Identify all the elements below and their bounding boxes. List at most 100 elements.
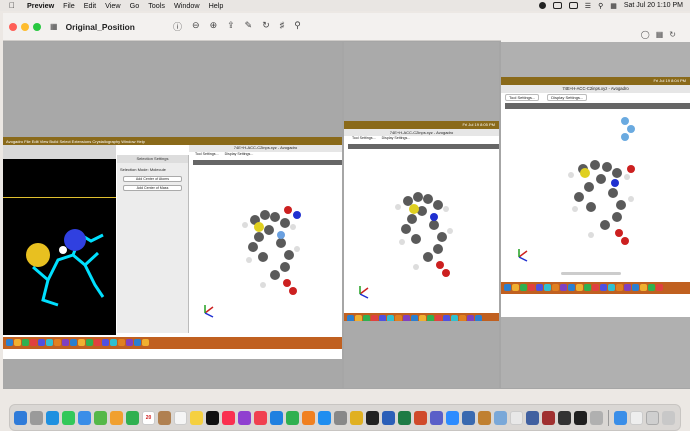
divider bbox=[3, 197, 116, 198]
close-button[interactable] bbox=[9, 22, 17, 31]
pages-icon[interactable] bbox=[302, 410, 315, 425]
tab-tool-settings[interactable]: Tool Settings... bbox=[195, 152, 219, 158]
avogadro-window-title-2: 74E+H-ACC-C2inps.xyz - Avogadro bbox=[344, 129, 499, 136]
display-icon[interactable] bbox=[552, 2, 562, 9]
chimera-icon[interactable] bbox=[478, 410, 491, 425]
notes-icon[interactable] bbox=[190, 410, 203, 425]
selection-mode-select[interactable]: Molecule bbox=[150, 167, 166, 172]
downloads-icon[interactable] bbox=[614, 410, 627, 425]
preview-icon[interactable] bbox=[494, 410, 507, 425]
vmd-icon[interactable] bbox=[526, 410, 539, 425]
sidebar-toggle-icon[interactable]: ▦ bbox=[50, 22, 58, 31]
tab-display-settings[interactable]: Display Settings... bbox=[382, 136, 411, 142]
molecule-canvas[interactable] bbox=[193, 165, 342, 330]
apple-menu-icon[interactable]:  bbox=[7, 1, 17, 10]
mail-icon[interactable] bbox=[78, 410, 91, 425]
zoom-button[interactable] bbox=[33, 22, 41, 31]
avogadro-menubar: Avogadro File Edit View Build Select Ext… bbox=[3, 137, 342, 145]
contacts-icon[interactable] bbox=[158, 410, 171, 425]
menu-edit[interactable]: Edit bbox=[84, 1, 96, 10]
zoom-out-icon[interactable]: ⊖ bbox=[192, 20, 200, 33]
excel-icon[interactable] bbox=[398, 410, 411, 425]
launchpad-icon[interactable] bbox=[30, 410, 43, 425]
molecule-viewer-dark bbox=[3, 205, 116, 315]
menu-app-name[interactable]: Preview bbox=[27, 1, 54, 10]
app-store-icon[interactable] bbox=[318, 410, 331, 425]
search-icon[interactable]: ⚲ bbox=[598, 2, 603, 10]
menu-go[interactable]: Go bbox=[130, 1, 140, 10]
menu-tools[interactable]: Tools bbox=[148, 1, 165, 10]
dock: 20 bbox=[9, 404, 681, 431]
minimize-button[interactable] bbox=[21, 22, 29, 31]
avogadro-icon[interactable] bbox=[462, 410, 475, 425]
pymol-icon[interactable] bbox=[542, 410, 555, 425]
screenshot-3: Fri Jul 19 8:04 PM 74E+H-ACC-C2inps.xyz … bbox=[501, 77, 690, 317]
battery-icon[interactable] bbox=[568, 2, 578, 9]
wifi-icon[interactable]: ☰ bbox=[585, 2, 591, 10]
molecule-render-1 bbox=[204, 206, 301, 318]
tab-tool-settings[interactable]: Tool Settings... bbox=[352, 136, 376, 142]
podcasts-icon[interactable] bbox=[238, 410, 251, 425]
status-app-icon[interactable] bbox=[538, 2, 546, 9]
facetime-icon[interactable] bbox=[126, 410, 139, 425]
share-icon[interactable]: ⇪ bbox=[227, 20, 235, 33]
menu-help[interactable]: Help bbox=[209, 1, 224, 10]
chrome-icon[interactable] bbox=[350, 410, 363, 425]
menu-file[interactable]: File bbox=[63, 1, 75, 10]
preview-window: ▦ Original_Position ⓘ ⊖ ⊕ ⇪ ✎ ↻ ♯ ⚲ Avog… bbox=[3, 13, 690, 389]
textedit-icon[interactable] bbox=[510, 410, 523, 425]
avogadro-tabs: Tool Settings... Display Settings... bbox=[189, 152, 342, 158]
xquartz-icon[interactable] bbox=[558, 410, 571, 425]
safari-icon[interactable] bbox=[46, 410, 59, 425]
search-icon[interactable]: ⚲ bbox=[294, 20, 301, 33]
document-stack-icon[interactable] bbox=[630, 410, 643, 425]
utility-icon[interactable] bbox=[590, 410, 603, 425]
highlight-icon[interactable]: ♯ bbox=[280, 20, 285, 33]
menu-view[interactable]: View bbox=[105, 1, 120, 10]
info-icon[interactable]: ⓘ bbox=[173, 20, 182, 33]
activity-monitor-icon[interactable] bbox=[574, 410, 587, 425]
add-center-of-atoms-button[interactable]: Add Center of Atoms bbox=[123, 176, 182, 182]
markup-icon[interactable]: ✎ bbox=[245, 20, 253, 33]
add-center-of-mass-button[interactable]: Add Center of Mass bbox=[123, 185, 182, 191]
control-center-icon[interactable]: ▦ bbox=[610, 2, 617, 10]
calendar-icon[interactable]: 20 bbox=[142, 410, 155, 425]
word-icon[interactable] bbox=[382, 410, 395, 425]
terminal-icon[interactable] bbox=[366, 410, 379, 425]
zoom-icon[interactable] bbox=[446, 410, 459, 425]
page-3-header: ◯▦↻ bbox=[501, 26, 690, 42]
molecule-canvas-2[interactable] bbox=[348, 149, 499, 311]
screenshot-dock-2 bbox=[344, 313, 499, 321]
messages-icon[interactable] bbox=[62, 410, 75, 425]
tab-display-settings[interactable]: Display Settings... bbox=[225, 152, 254, 158]
numbers-icon[interactable] bbox=[286, 410, 299, 425]
news-icon[interactable] bbox=[254, 410, 267, 425]
reminders-icon[interactable] bbox=[174, 410, 187, 425]
trash-icon[interactable] bbox=[662, 410, 675, 425]
menu-window[interactable]: Window bbox=[174, 1, 200, 10]
viewer-toolbar bbox=[3, 145, 116, 159]
rotate-icon[interactable]: ↻ bbox=[262, 20, 270, 33]
avogadro-menubar-3: Fri Jul 19 8:04 PM bbox=[501, 77, 690, 85]
keynote-icon[interactable] bbox=[270, 410, 283, 425]
preview-window-thumb[interactable] bbox=[646, 410, 659, 425]
zoom-in-icon[interactable]: ⊕ bbox=[210, 20, 218, 33]
photos-icon[interactable] bbox=[110, 410, 123, 425]
music-icon[interactable] bbox=[222, 410, 235, 425]
molecule-render-dark bbox=[26, 229, 105, 307]
tv-icon[interactable] bbox=[206, 410, 219, 425]
teams-icon[interactable] bbox=[430, 410, 443, 425]
tab-tool-settings[interactable]: Tool Settings... bbox=[505, 93, 540, 101]
avogadro-window-title-3: 74E+H-ACC-C2inps.xyz - Avogadro bbox=[501, 85, 690, 93]
molecule-canvas-3[interactable] bbox=[505, 109, 690, 269]
tab-display-settings[interactable]: Display Settings... bbox=[547, 93, 588, 101]
horizontal-scrollbar[interactable] bbox=[561, 272, 621, 275]
powerpoint-icon[interactable] bbox=[414, 410, 427, 425]
maps-icon[interactable] bbox=[94, 410, 107, 425]
screenshot-dock bbox=[3, 337, 342, 349]
system-settings-icon[interactable] bbox=[334, 410, 347, 425]
mini-dock-icons-3 bbox=[501, 282, 690, 293]
clock[interactable]: Sat Jul 20 1:10 PM bbox=[624, 2, 683, 9]
window-controls bbox=[9, 22, 41, 31]
finder-icon[interactable] bbox=[14, 410, 27, 425]
